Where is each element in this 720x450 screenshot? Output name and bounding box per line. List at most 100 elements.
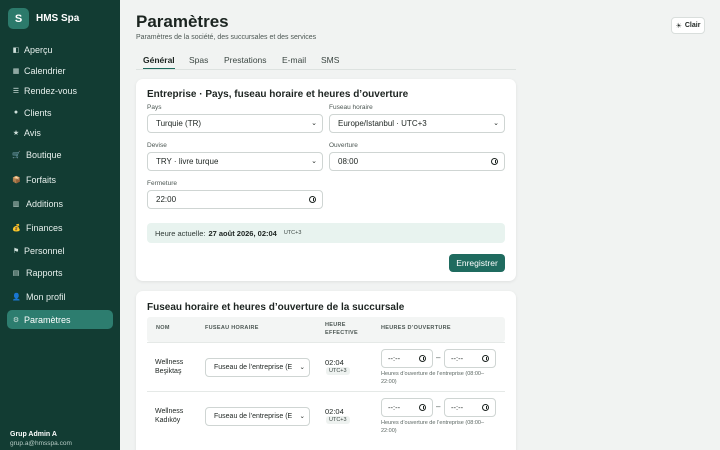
tab-spas[interactable]: Spas bbox=[189, 55, 208, 70]
sidebar-item-finances[interactable]: 💰 Finances bbox=[7, 218, 113, 237]
page-title: Paramètres bbox=[136, 12, 229, 31]
sidebar-item-label: Boutique bbox=[26, 149, 62, 160]
timezone-value: Europe/Istanbul · UTC+3 bbox=[338, 119, 427, 128]
flag-icon: ⚑ bbox=[12, 247, 20, 255]
sidebar-item-clients[interactable]: ● Clients bbox=[7, 103, 113, 122]
sidebar-item-personnel[interactable]: ⚑ Personnel bbox=[7, 241, 113, 260]
currency-select[interactable]: TRY · livre turque ⌄ bbox=[147, 152, 323, 171]
sidebar-item-boutique[interactable]: 🛒 Boutique bbox=[7, 145, 113, 164]
chevron-down-icon: ⌄ bbox=[493, 120, 499, 127]
package-icon: 📦 bbox=[12, 176, 21, 184]
timezone-label: Fuseau horaire bbox=[329, 104, 373, 111]
brand-logo: S bbox=[8, 8, 29, 29]
branch-open-time-input[interactable]: --:-- bbox=[381, 398, 433, 417]
save-button[interactable]: Enregistrer bbox=[449, 254, 505, 272]
tab-general[interactable]: Général bbox=[143, 55, 175, 70]
user-icon: 👤 bbox=[12, 293, 21, 301]
sidebar-item-label: Additions bbox=[26, 198, 64, 209]
sidebar: S HMS Spa ◧ Aperçu ▦ Calendrier ☰ Rendez-vo… bbox=[0, 0, 120, 450]
sidebar-item-label: Clients bbox=[24, 107, 52, 118]
column-name: NOM bbox=[156, 325, 170, 331]
overview-icon: ◧ bbox=[12, 46, 20, 54]
table-header: NOM FUSEAU HORAIRE HEURE EFFECTIVE HEURE… bbox=[147, 317, 505, 342]
sidebar-item-calendrier[interactable]: ▦ Calendrier bbox=[7, 61, 113, 80]
brand-name: HMS Spa bbox=[36, 13, 80, 24]
receipt-icon: ▥ bbox=[12, 200, 20, 208]
closing-time-value: 22:00 bbox=[156, 195, 177, 204]
theme-toggle-button[interactable]: ☀ Clair bbox=[671, 17, 705, 34]
branch-close-time-input[interactable]: --:-- bbox=[444, 398, 496, 417]
calendar-icon: ▦ bbox=[12, 67, 20, 75]
tab-prestations[interactable]: Prestations bbox=[224, 55, 267, 70]
tabs-divider bbox=[136, 69, 516, 70]
sidebar-item-label: Aperçu bbox=[24, 44, 53, 55]
effective-tz-badge: UTC+3 bbox=[326, 416, 350, 424]
company-settings-card: Entreprise · Pays, fuseau horaire et heu… bbox=[136, 79, 516, 281]
sidebar-item-label: Avis bbox=[24, 127, 41, 138]
company-card-title: Entreprise · Pays, fuseau horaire et heu… bbox=[147, 89, 409, 100]
theme-toggle-label: Clair bbox=[684, 22, 701, 29]
chevron-down-icon: ⌄ bbox=[311, 120, 317, 127]
row-divider bbox=[147, 391, 505, 392]
effective-time: 02:04 bbox=[325, 358, 344, 367]
chevron-down-icon: ⌄ bbox=[298, 363, 305, 371]
sidebar-item-rapports[interactable]: ▤ Rapports bbox=[7, 263, 113, 282]
close-time-value: --:-- bbox=[451, 354, 464, 363]
open-time-value: --:-- bbox=[388, 403, 401, 412]
opening-hours-hint: Heures d’ouverture de l’entreprise (08:0… bbox=[381, 371, 485, 385]
time-range-dash: – bbox=[436, 402, 441, 411]
chart-icon: ▤ bbox=[12, 269, 20, 277]
current-time-banner: Heure actuelle: 27 août 2026, 02:04 UTC+… bbox=[147, 223, 505, 243]
closing-time-input[interactable]: 22:00 bbox=[147, 190, 323, 209]
sidebar-item-label: Calendrier bbox=[24, 65, 66, 76]
sidebar-item-forfaits[interactable]: 📦 Forfaits bbox=[7, 170, 113, 189]
branch-timezone-select[interactable]: Fuseau de l’entreprise (E ⌄ bbox=[205, 358, 310, 377]
star-icon: ★ bbox=[12, 129, 20, 137]
currency-label: Devise bbox=[147, 142, 167, 149]
column-opening-hours: HEURES D’OUVERTURE bbox=[381, 325, 451, 331]
sidebar-item-avis[interactable]: ★ Avis bbox=[7, 123, 113, 142]
branch-name: Wellness Kadıköy bbox=[155, 408, 184, 424]
user-email: grup.a@hmsspa.com bbox=[10, 440, 72, 447]
branch-timezone-value: Fuseau de l’entreprise (E bbox=[214, 364, 293, 371]
clients-icon: ● bbox=[13, 109, 19, 116]
sidebar-item-label: Rapports bbox=[26, 267, 63, 278]
branch-timezone-select[interactable]: Fuseau de l’entreprise (E ⌄ bbox=[205, 407, 310, 426]
branch-close-time-input[interactable]: --:-- bbox=[444, 349, 496, 368]
sidebar-item-label: Finances bbox=[26, 222, 63, 233]
brand[interactable]: S HMS Spa bbox=[8, 8, 79, 29]
sidebar-item-label: Mon profil bbox=[26, 291, 66, 302]
time-range-dash: – bbox=[436, 353, 441, 362]
tab-sms[interactable]: SMS bbox=[321, 55, 339, 70]
clock-icon bbox=[419, 404, 426, 411]
cart-icon: 🛒 bbox=[12, 151, 21, 159]
effective-time: 02:04 bbox=[325, 407, 344, 416]
opening-time-input[interactable]: 08:00 bbox=[329, 152, 505, 171]
tab-email[interactable]: E-mail bbox=[282, 55, 306, 70]
clock-icon bbox=[482, 355, 489, 362]
opening-label: Ouverture bbox=[329, 142, 358, 149]
timezone-select[interactable]: Europe/Istanbul · UTC+3 ⌄ bbox=[329, 114, 505, 133]
sidebar-item-parametres[interactable]: ⚙ Paramètres bbox=[7, 310, 113, 329]
branch-name: Wellness Beşiktaş bbox=[155, 359, 184, 375]
branch-open-time-input[interactable]: --:-- bbox=[381, 349, 433, 368]
sidebar-item-label: Personnel bbox=[24, 245, 65, 256]
sidebar-item-rendez-vous[interactable]: ☰ Rendez-vous bbox=[7, 81, 113, 100]
sidebar-item-additions[interactable]: ▥ Additions bbox=[7, 194, 113, 213]
country-select[interactable]: Turquie (TR) ⌄ bbox=[147, 114, 323, 133]
user-name: Grup Admin A bbox=[10, 431, 57, 438]
country-value: Turquie (TR) bbox=[156, 119, 202, 128]
clock-icon bbox=[482, 404, 489, 411]
current-time-value: 27 août 2026, 02:04 bbox=[208, 228, 277, 238]
current-time-label: Heure actuelle: bbox=[155, 228, 206, 238]
list-icon: ☰ bbox=[12, 87, 20, 95]
gear-icon: ⚙ bbox=[12, 316, 20, 324]
branch-card-title: Fuseau horaire et heures d’ouverture de … bbox=[147, 302, 405, 313]
money-bag-icon: 💰 bbox=[12, 224, 21, 232]
clock-icon bbox=[419, 355, 426, 362]
opening-time-value: 08:00 bbox=[338, 157, 359, 166]
sidebar-item-mon-profil[interactable]: 👤 Mon profil bbox=[7, 287, 113, 306]
chevron-down-icon: ⌄ bbox=[298, 412, 305, 420]
column-timezone: FUSEAU HORAIRE bbox=[205, 325, 259, 331]
sidebar-item-apercu[interactable]: ◧ Aperçu bbox=[7, 40, 113, 59]
